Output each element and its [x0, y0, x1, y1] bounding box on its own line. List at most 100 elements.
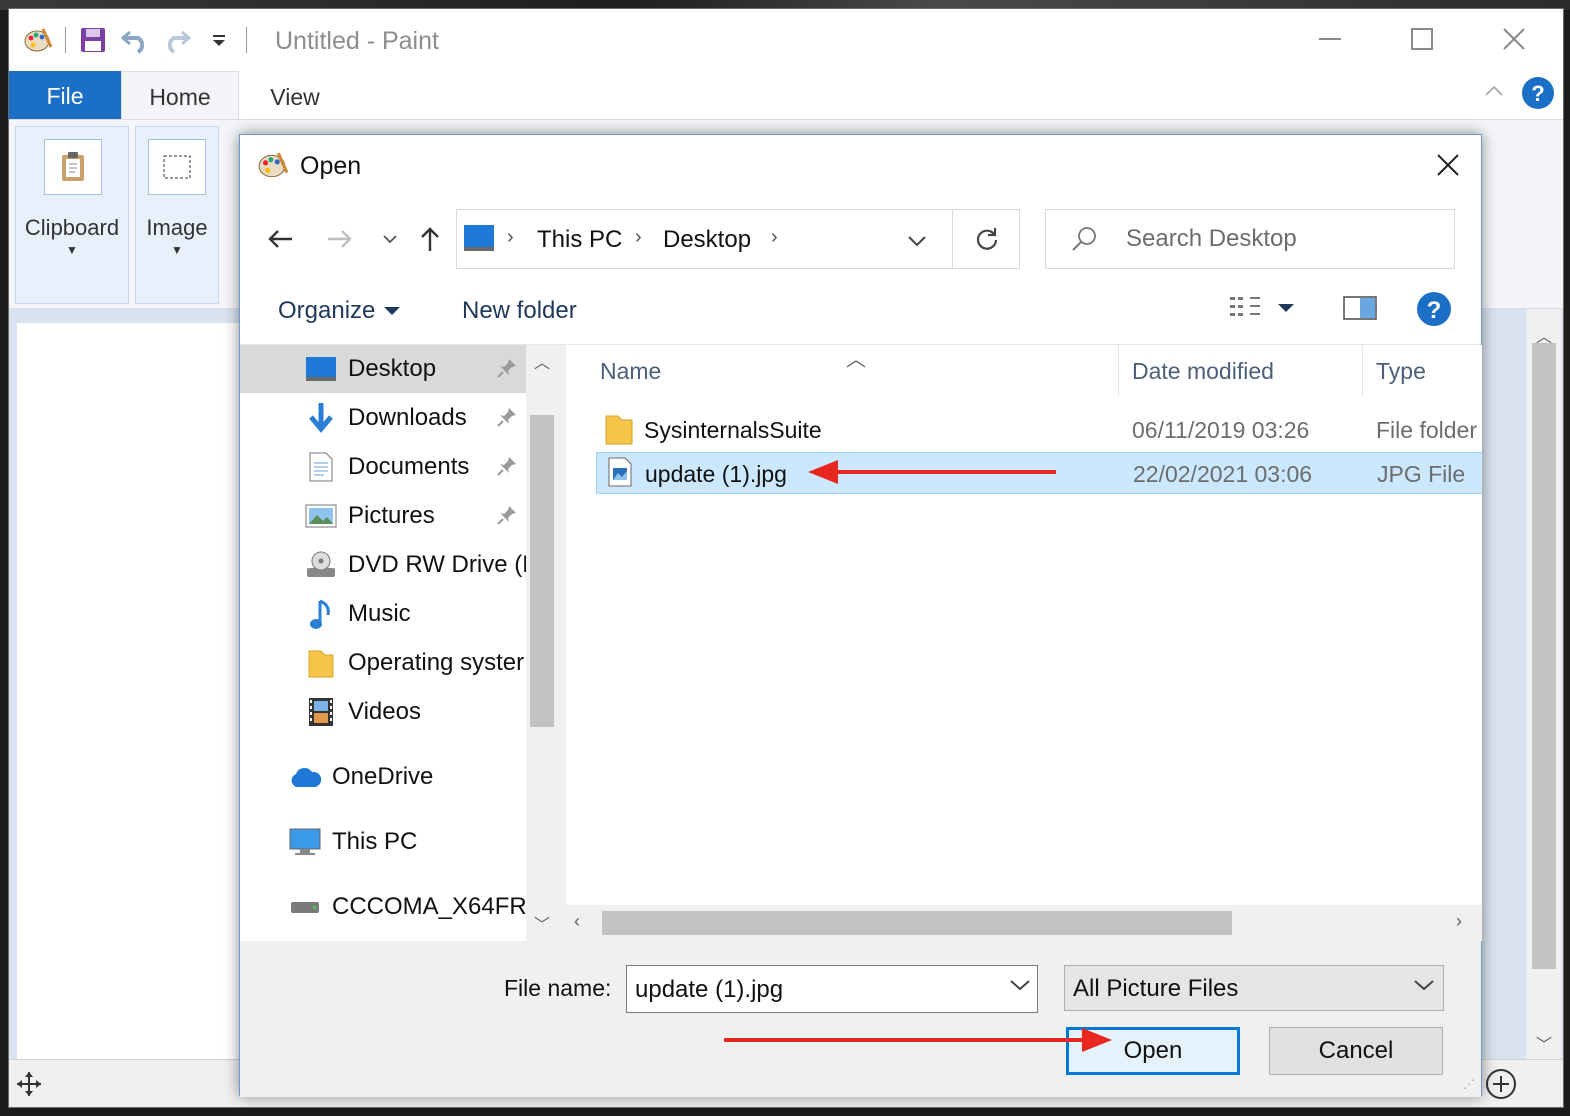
- maximize-button[interactable]: [1399, 19, 1445, 59]
- folder-icon: [604, 412, 636, 446]
- address-dropdown-icon[interactable]: [907, 234, 927, 252]
- column-divider[interactable]: [1362, 345, 1363, 397]
- download-arrow-icon: [304, 401, 338, 435]
- navigation-pane: Desktop Downloads Documents Pictures DVD…: [240, 345, 558, 941]
- move-cursor-icon: [15, 1070, 43, 1103]
- scroll-left-icon[interactable]: ‹: [574, 911, 580, 932]
- chevron-down-icon[interactable]: [1413, 978, 1435, 997]
- file-row[interactable]: SysinternalsSuite 06/11/2019 03:26 File …: [594, 409, 1482, 451]
- breadcrumb-this-pc[interactable]: This PC: [537, 226, 622, 254]
- tab-view[interactable]: View: [247, 71, 343, 123]
- zoom-in-icon[interactable]: [1485, 1068, 1517, 1105]
- customize-toolbar-icon[interactable]: [202, 23, 236, 57]
- help-icon[interactable]: ?: [1515, 73, 1561, 113]
- column-header-date[interactable]: Date modified: [1132, 345, 1274, 397]
- open-dialog: Open › This PC › Desktop › Search Deskto…: [239, 134, 1482, 1097]
- scroll-right-icon[interactable]: ›: [1456, 911, 1462, 932]
- nav-item-dvd-drive[interactable]: DVD RW Drive (D: [240, 541, 526, 589]
- nav-item-videos[interactable]: Videos: [240, 688, 526, 736]
- nav-item-documents[interactable]: Documents: [240, 443, 526, 491]
- nav-item-label: CCCOMA_X64FRE: [332, 893, 526, 920]
- file-name: update (1).jpg: [645, 461, 787, 487]
- pin-icon[interactable]: [496, 406, 518, 435]
- organize-menu[interactable]: Organize: [278, 297, 401, 325]
- tab-home[interactable]: Home: [121, 71, 239, 123]
- image-group[interactable]: Image ▼: [135, 126, 219, 304]
- scroll-down-icon[interactable]: ﹀: [1536, 1031, 1552, 1055]
- cancel-button[interactable]: Cancel: [1269, 1027, 1443, 1075]
- nav-item-pictures[interactable]: Pictures: [240, 492, 526, 540]
- ribbon-tabs: File Home View ?: [9, 71, 1563, 123]
- column-header-name[interactable]: Name: [600, 345, 661, 397]
- sort-ascending-icon: ︿: [846, 349, 866, 371]
- select-icon: [148, 139, 206, 195]
- nav-item-operating-system[interactable]: Operating syster: [240, 639, 526, 687]
- refresh-icon: [976, 228, 997, 250]
- pin-icon[interactable]: [496, 504, 518, 533]
- window-title: Untitled - Paint: [275, 27, 439, 55]
- collapse-ribbon-icon[interactable]: [1471, 71, 1517, 111]
- chevron-down-icon: [384, 307, 401, 315]
- nav-pane-scrollbar[interactable]: ︿ ﹀: [526, 345, 558, 941]
- annotation-arrow-to-file: [808, 460, 1056, 484]
- forward-arrow-icon[interactable]: [322, 219, 358, 259]
- file-name-input[interactable]: [635, 975, 995, 1005]
- breadcrumb-desktop[interactable]: Desktop: [663, 226, 751, 254]
- nav-item-label: Documents: [348, 453, 470, 480]
- chevron-down-icon: ▼: [66, 243, 78, 257]
- nav-item-music[interactable]: Music: [240, 590, 526, 638]
- image-file-icon: [607, 456, 639, 490]
- scroll-thumb[interactable]: [602, 911, 1232, 935]
- minimize-button[interactable]: [1307, 19, 1353, 59]
- redo-icon[interactable]: [160, 23, 194, 57]
- search-box[interactable]: [1045, 209, 1455, 269]
- details-view-icon: [1230, 297, 1260, 316]
- scroll-down-icon[interactable]: ﹀: [534, 911, 550, 935]
- file-type-select[interactable]: All Picture Files: [1064, 965, 1444, 1011]
- nav-item-this-pc[interactable]: This PC: [240, 818, 526, 866]
- change-view-button[interactable]: [1228, 293, 1296, 323]
- back-arrow-icon[interactable]: [262, 219, 298, 259]
- dialog-help-icon[interactable]: ?: [1416, 291, 1452, 327]
- svg-text:?: ?: [1427, 297, 1442, 324]
- chevron-down-icon[interactable]: [1009, 978, 1031, 997]
- scroll-thumb[interactable]: [1532, 343, 1556, 969]
- close-window-button[interactable]: [1491, 19, 1537, 59]
- nav-item-label: Desktop: [348, 355, 437, 382]
- undo-icon[interactable]: [118, 23, 152, 57]
- drawing-canvas[interactable]: [17, 323, 247, 1059]
- scroll-up-icon[interactable]: ︿: [534, 349, 550, 373]
- refresh-button[interactable]: [952, 209, 1020, 269]
- file-name-combobox[interactable]: [626, 965, 1038, 1013]
- save-icon[interactable]: [76, 23, 110, 57]
- column-divider[interactable]: [1118, 345, 1119, 397]
- recent-locations-icon[interactable]: [372, 219, 408, 259]
- nav-item-label: Pictures: [348, 502, 435, 529]
- search-input[interactable]: [1126, 223, 1426, 255]
- toolbar-separator: [246, 27, 247, 53]
- annotation-arrow-to-open: [724, 1028, 1112, 1052]
- organize-label: Organize: [278, 297, 376, 324]
- pin-icon[interactable]: [496, 455, 518, 484]
- resize-grip-icon[interactable]: ⋰: [1463, 1077, 1475, 1091]
- scroll-thumb[interactable]: [530, 415, 554, 727]
- close-dialog-button[interactable]: [1425, 145, 1471, 185]
- clipboard-group[interactable]: Clipboard ▼: [15, 126, 129, 304]
- preview-pane-button[interactable]: [1342, 293, 1378, 323]
- dialog-footer: File name: All Picture Files Open Cancel…: [240, 941, 1481, 1097]
- chevron-right-icon: ›: [771, 226, 778, 248]
- pin-icon[interactable]: [496, 357, 518, 386]
- column-header-type[interactable]: Type: [1376, 345, 1426, 397]
- file-list-horizontal-scrollbar[interactable]: ‹ ›: [566, 905, 1482, 941]
- canvas-vertical-scrollbar[interactable]: ︿ ﹀: [1527, 309, 1561, 1063]
- nav-item-downloads[interactable]: Downloads: [240, 394, 526, 442]
- new-folder-button[interactable]: New folder: [462, 297, 577, 325]
- documents-icon: [304, 450, 338, 484]
- paint-palette-icon: [21, 23, 55, 57]
- address-bar[interactable]: › This PC › Desktop ›: [456, 209, 1020, 269]
- nav-item-desktop[interactable]: Desktop: [240, 345, 526, 393]
- up-arrow-icon[interactable]: [412, 219, 448, 259]
- tab-file[interactable]: File: [9, 71, 121, 121]
- nav-item-cccoma-drive[interactable]: CCCOMA_X64FRE: [240, 883, 526, 931]
- nav-item-onedrive[interactable]: OneDrive: [240, 753, 526, 801]
